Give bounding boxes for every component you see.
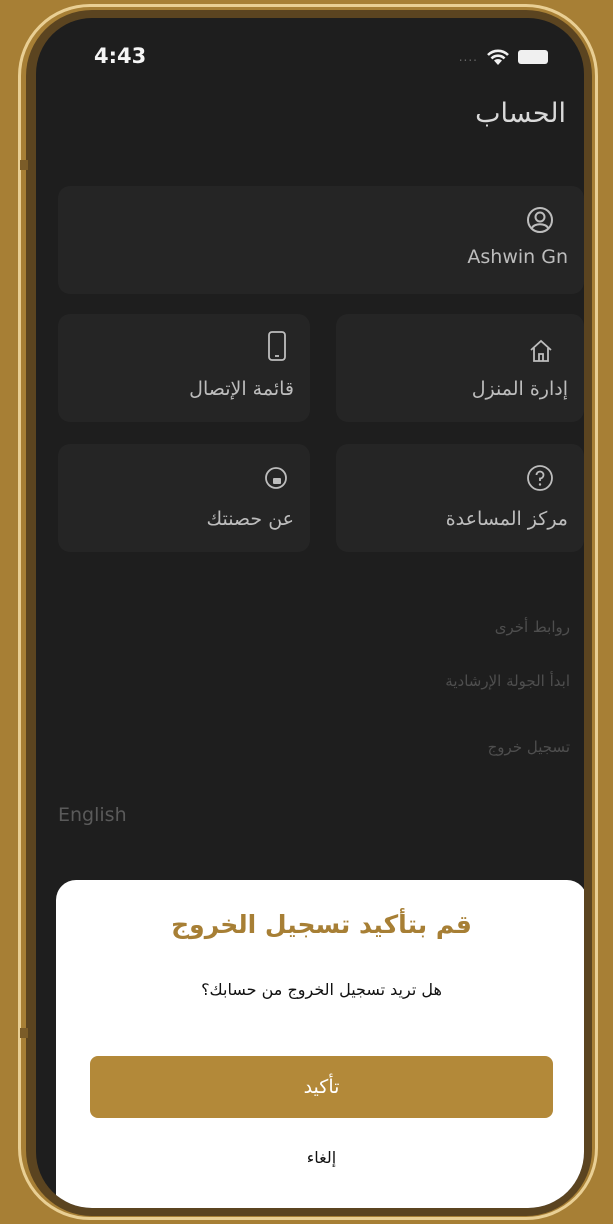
status-time: 4:43 — [94, 44, 147, 68]
tile-label: عن حصنتك — [206, 508, 294, 530]
logout-link[interactable]: تسجيل خروج — [488, 738, 570, 756]
battery-icon — [518, 50, 548, 64]
logout-confirm-sheet: قم بتأكيد تسجيل الخروج هل تريد تسجيل الخ… — [56, 880, 584, 1208]
home-icon — [530, 339, 552, 362]
user-circle-icon — [527, 207, 553, 233]
tile-label: إدارة المنزل — [471, 378, 568, 400]
phone-screen: 4:43 .... الحساب Ashwin Gn إدارة المنزل … — [36, 18, 584, 1208]
profile-name: Ashwin Gn — [467, 246, 568, 268]
other-links-heading: روابط أخرى — [494, 618, 570, 636]
tile-about[interactable]: عن حصنتك — [58, 444, 310, 552]
page-title: الحساب — [475, 98, 566, 129]
dialog-title: قم بتأكيد تسجيل الخروج — [171, 910, 472, 939]
confirm-button[interactable]: تأكيد — [90, 1056, 553, 1118]
help-icon — [527, 465, 553, 491]
language-toggle[interactable]: English — [58, 804, 127, 826]
tile-home-management[interactable]: إدارة المنزل — [336, 314, 584, 422]
signal-dots-icon: .... — [458, 50, 478, 64]
dialog-message: هل تريد تسجيل الخروج من حسابك؟ — [201, 980, 442, 999]
tile-label: مركز المساعدة — [445, 508, 568, 530]
start-tour-link[interactable]: ابدأ الجولة الإرشادية — [445, 672, 570, 690]
profile-card[interactable]: Ashwin Gn — [58, 186, 584, 294]
side-button — [20, 160, 28, 170]
tile-contact-list[interactable]: قائمة الإتصال — [58, 314, 310, 422]
about-icon — [265, 467, 287, 489]
wifi-icon — [487, 49, 509, 65]
cancel-button[interactable]: إلغاء — [56, 1148, 584, 1167]
tile-help-center[interactable]: مركز المساعدة — [336, 444, 584, 552]
tile-label: قائمة الإتصال — [189, 378, 294, 400]
phone-icon — [268, 331, 286, 361]
status-icons: .... — [459, 48, 548, 66]
side-button — [20, 1028, 28, 1038]
